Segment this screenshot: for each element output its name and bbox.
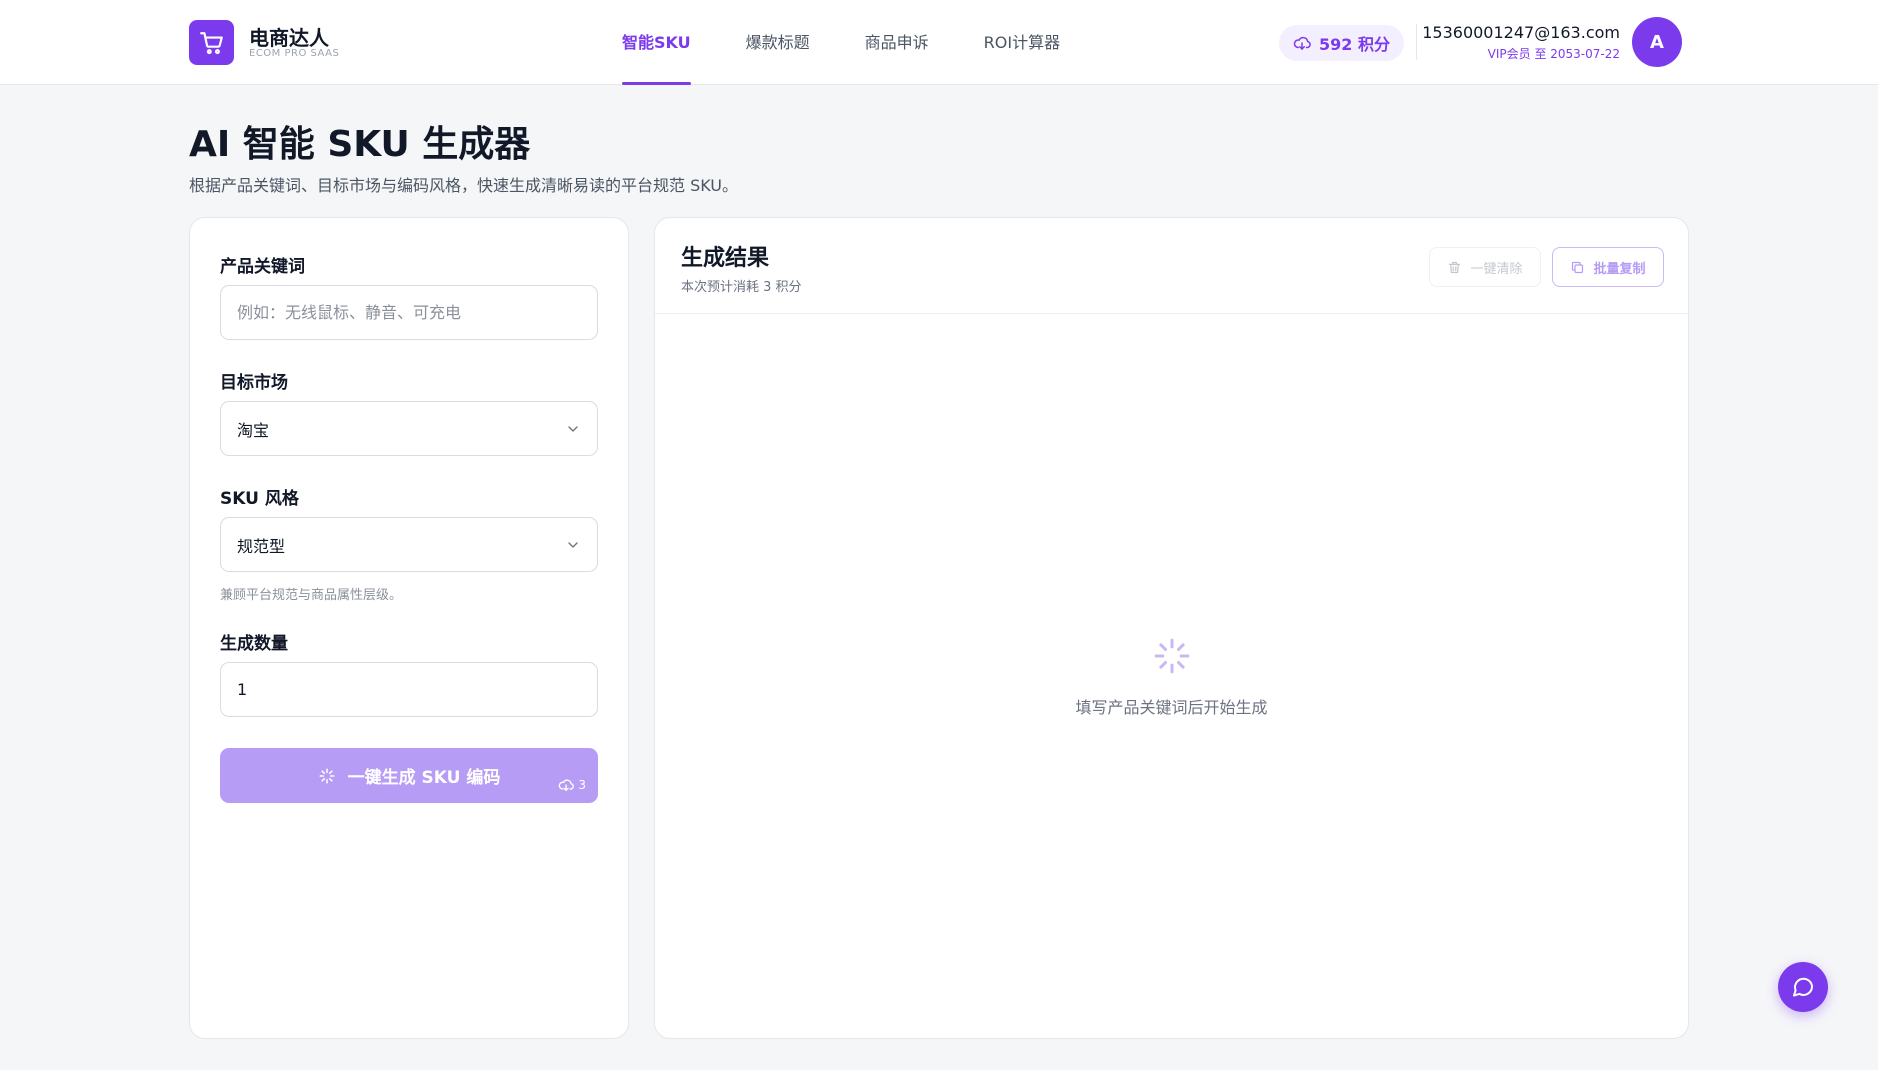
- count-input[interactable]: [237, 680, 581, 699]
- batch-copy-button[interactable]: 批量复制: [1552, 247, 1664, 287]
- empty-state-text: 填写产品关键词后开始生成: [1075, 698, 1268, 717]
- count-field[interactable]: [220, 662, 598, 717]
- cloud-icon: [1293, 36, 1311, 50]
- user-email: 15360001247@163.com: [1422, 23, 1620, 42]
- points-value: 592 积分: [1319, 35, 1390, 54]
- generate-sku-label: 一键生成 SKU 编码: [347, 768, 501, 788]
- chat-button[interactable]: [1778, 962, 1828, 1012]
- page-subtitle: 根据产品关键词、目标市场与编码风格，快速生成清晰易读的平台规范 SKU。: [189, 176, 739, 195]
- result-title: 生成结果: [681, 246, 770, 271]
- generate-cost: 3: [558, 777, 586, 793]
- generate-sku-button[interactable]: 一键生成 SKU 编码 3: [220, 748, 598, 803]
- clear-all-button[interactable]: 一键清除: [1429, 247, 1541, 287]
- style-select-value: 规范型: [237, 536, 286, 556]
- style-hint: 兼顾平台规范与商品属性层级。: [220, 588, 403, 603]
- logo[interactable]: [189, 20, 234, 65]
- market-select-value: 淘宝: [237, 420, 270, 440]
- keyword-input[interactable]: [237, 303, 581, 322]
- sku-form-card: 产品关键词 目标市场 淘宝 SKU 风格 规范型 兼顾平台规范与商品属性层级。 …: [189, 217, 629, 1039]
- loader-icon: [1154, 638, 1189, 674]
- brand-subtitle: ECOM PRO SAAS: [249, 48, 340, 59]
- page-title: AI 智能 SKU 生成器: [189, 124, 531, 165]
- count-label: 生成数量: [220, 634, 288, 654]
- clear-all-label: 一键清除: [1470, 261, 1523, 277]
- nav-item-hot-title[interactable]: 爆款标题: [746, 0, 810, 85]
- chat-bubble-icon: [1793, 977, 1813, 997]
- header-divider: [1416, 24, 1417, 60]
- chevron-down-icon: [568, 541, 578, 548]
- style-label: SKU 风格: [220, 489, 299, 509]
- brand-name: 电商达人: [249, 26, 329, 50]
- sparkle-icon: [319, 768, 335, 783]
- style-select[interactable]: 规范型: [220, 517, 598, 572]
- market-label: 目标市场: [220, 373, 288, 393]
- nav-item-smart-sku[interactable]: 智能SKU: [622, 0, 691, 85]
- nav-item-appeal[interactable]: 商品申诉: [865, 0, 929, 85]
- keyword-label: 产品关键词: [220, 257, 305, 277]
- copy-icon: [1572, 261, 1584, 273]
- result-header: 生成结果 本次预计消耗 3 积分 一键清除 批量复制: [655, 218, 1688, 314]
- chevron-down-icon: [568, 425, 578, 432]
- avatar[interactable]: A: [1632, 17, 1682, 67]
- top-header: 电商达人 ECOM PRO SAAS 智能SKU 爆款标题 商品申诉 ROI计算…: [0, 0, 1878, 85]
- cart-icon: [199, 31, 223, 54]
- keyword-field[interactable]: [220, 285, 598, 340]
- cloud-icon: [559, 779, 575, 791]
- batch-copy-label: 批量复制: [1593, 261, 1646, 277]
- trash-icon: [1449, 261, 1461, 273]
- result-cost-note: 本次预计消耗 3 积分: [681, 280, 802, 295]
- user-vip-status: VIP会员 至 2053-07-22: [1487, 47, 1620, 61]
- result-card: 生成结果 本次预计消耗 3 积分 一键清除 批量复制 填写产品关键词后开始生成: [654, 217, 1689, 1039]
- empty-state: 填写产品关键词后开始生成: [655, 314, 1688, 1040]
- main-nav: 智能SKU 爆款标题 商品申诉 ROI计算器: [622, 0, 1115, 85]
- generate-cost-value: 3: [578, 778, 586, 792]
- points-badge[interactable]: 592 积分: [1279, 25, 1404, 61]
- nav-item-roi-calculator[interactable]: ROI计算器: [984, 0, 1060, 85]
- market-select[interactable]: 淘宝: [220, 401, 598, 456]
